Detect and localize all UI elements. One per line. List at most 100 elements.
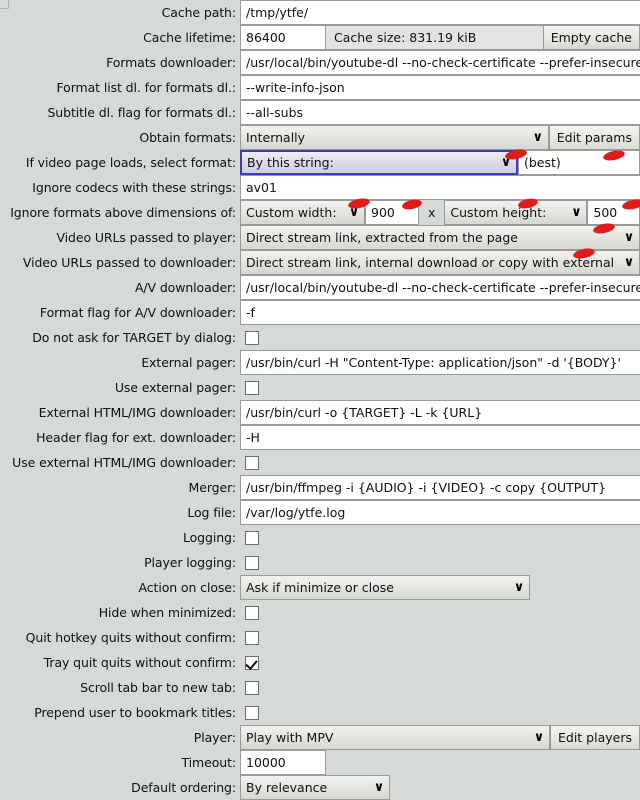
checkbox-prepend-user-to-bookmark-titles[interactable] xyxy=(245,706,259,720)
settings-row-video-urls-passed-to-player: Video URLs passed to player: Direct strea… xyxy=(0,225,640,250)
custom-width-input[interactable]: 900 xyxy=(365,200,419,225)
combobox-value: Direct stream link, extracted from the p… xyxy=(246,230,518,245)
checkbox-use-external-html-img-downloader[interactable] xyxy=(245,456,259,470)
combobox-obtain-formats[interactable]: Internally ∨ xyxy=(240,125,549,150)
text-input-a-v-downloader[interactable]: /usr/local/bin/youtube-dl --no-check-cer… xyxy=(240,275,640,300)
row-label-player-logging: Player logging: xyxy=(144,555,236,570)
row-label-scroll-tab-bar-to-new-tab: Scroll tab bar to new tab: xyxy=(80,680,236,695)
row-control-area: 86400 Cache size: 831.19 kiB Empty cache xyxy=(240,25,640,50)
checkbox-wrap xyxy=(240,625,640,650)
text-input-format-list-dl-for-formats-dl[interactable]: --write-info-json xyxy=(240,75,640,100)
checkbox-wrap xyxy=(240,325,640,350)
checkbox-quit-hotkey-quits-without-confirm[interactable] xyxy=(245,631,259,645)
checkbox-hide-when-minimized[interactable] xyxy=(245,606,259,620)
row-label-external-html-img-downloader: External HTML/IMG downloader: xyxy=(38,405,236,420)
custom-width-value: 900 xyxy=(371,205,395,220)
chevron-down-icon[interactable]: ∨ xyxy=(496,156,516,169)
settings-row-scroll-tab-bar-to-new-tab: Scroll tab bar to new tab: xyxy=(0,675,640,700)
text-input-cache-path[interactable]: /tmp/ytfe/ xyxy=(240,0,640,25)
row-control-area xyxy=(240,450,640,475)
settings-row-ignore-codecs-with-these-strings: Ignore codecs with these strings: av01 xyxy=(0,175,640,200)
chevron-down-icon[interactable]: ∨ xyxy=(528,131,548,144)
checkbox-logging[interactable] xyxy=(245,531,259,545)
row-control-area: Direct stream link, internal download or… xyxy=(240,250,640,275)
row-label-player: Player: xyxy=(193,730,236,745)
text-input-ignore-codecs-with-these-strings[interactable]: av01 xyxy=(240,175,640,200)
combobox-value: Direct stream link, internal download or… xyxy=(246,255,615,270)
chevron-down-icon[interactable]: ∨ xyxy=(369,781,389,794)
combobox-value: By this string: xyxy=(247,155,334,170)
combobox-video-urls-passed-to-player[interactable]: Direct stream link, extracted from the p… xyxy=(240,225,640,250)
row-control-area: /var/log/ytfe.log xyxy=(240,500,640,525)
combobox-default-ordering[interactable]: By relevance ∨ xyxy=(240,775,390,800)
chevron-down-icon[interactable]: ∨ xyxy=(619,231,639,244)
cache-size-readout: Cache size: 831.19 kiB xyxy=(326,25,543,50)
text-input-external-html-img-downloader[interactable]: /usr/bin/curl -o {TARGET} -L -k {URL} xyxy=(240,400,640,425)
combobox-video-urls-passed-to-downloader[interactable]: Direct stream link, internal download or… xyxy=(240,250,640,275)
row-label-ignore-codecs-with-these-strings: Ignore codecs with these strings: xyxy=(32,180,236,195)
checkbox-do-not-ask-for-target-by-dialog[interactable] xyxy=(245,331,259,345)
custom-height-input[interactable]: 500 xyxy=(587,200,640,225)
row-control-area: -H xyxy=(240,425,640,450)
checkbox-use-external-pager[interactable] xyxy=(245,381,259,395)
row-control-area xyxy=(240,375,640,400)
checkbox-wrap xyxy=(240,650,640,675)
combobox-custom-width[interactable]: Custom width: ∨ xyxy=(240,200,365,225)
text-input-value: /tmp/ytfe/ xyxy=(246,5,309,20)
row-control-area: Custom width: ∨ 900 x Custom height: ∨ 500 xyxy=(240,200,640,225)
text-input-merger[interactable]: /usr/bin/ffmpeg -i {AUDIO} -i {VIDEO} -c… xyxy=(240,475,640,500)
edit-button-edit-players[interactable]: Edit players xyxy=(550,725,640,750)
settings-row-format-list-dl-for-formats-dl: Format list dl. for formats dl.: --write-… xyxy=(0,75,640,100)
dimension-separator: x xyxy=(419,200,445,225)
row-label-video-urls-passed-to-downloader: Video URLs passed to downloader: xyxy=(22,255,236,270)
text-input-log-file[interactable]: /var/log/ytfe.log xyxy=(240,500,640,525)
row-label-a-v-downloader: A/V downloader: xyxy=(134,280,236,295)
row-control-area xyxy=(240,525,640,550)
text-input-value: --write-info-json xyxy=(246,80,345,95)
row-control-area: /usr/local/bin/youtube-dl --no-check-cer… xyxy=(240,275,640,300)
text-input-header-flag-for-ext-downloader[interactable]: -H xyxy=(240,425,640,450)
text-input-format-flag-for-a-v-downloader[interactable]: -f xyxy=(240,300,640,325)
row-label-ignore-formats-above-dimensions-of: Ignore formats above dimensions of: xyxy=(10,205,236,220)
row-control-area xyxy=(240,625,640,650)
combobox-value: Internally xyxy=(246,130,306,145)
settings-row-ignore-formats-above-dimensions-of: Ignore formats above dimensions of: Custo… xyxy=(0,200,640,225)
edit-button-edit-params[interactable]: Edit params xyxy=(548,125,640,150)
chevron-down-icon[interactable]: ∨ xyxy=(566,206,586,219)
text-input-subtitle-dl-flag-for-formats-dl[interactable]: --all-subs xyxy=(240,100,640,125)
empty-cache-button[interactable]: Empty cache xyxy=(542,25,640,50)
checkbox-wrap xyxy=(240,700,640,725)
cache-lifetime-input[interactable]: 86400 xyxy=(240,25,326,50)
text-input-external-pager[interactable]: /usr/bin/curl -H "Content-Type: applicat… xyxy=(240,350,640,375)
text-input-value: -f xyxy=(246,305,255,320)
settings-row-prepend-user-to-bookmark-titles: Prepend user to bookmark titles: xyxy=(0,700,640,725)
row-control-area: /tmp/ytfe/ xyxy=(240,0,640,25)
combobox-value: Play with MPV xyxy=(246,730,334,745)
text-input-timeout[interactable]: 10000 xyxy=(240,750,326,775)
checkbox-wrap xyxy=(240,450,640,475)
checkbox-player-logging[interactable] xyxy=(245,556,259,570)
text-input-value: /var/log/ytfe.log xyxy=(246,505,346,520)
combobox-select-format[interactable]: By this string: ∨ xyxy=(240,150,518,175)
row-label-subtitle-dl-flag-for-formats-dl: Subtitle dl. flag for formats dl.: xyxy=(47,105,236,120)
format-string-input[interactable]: (best) xyxy=(518,150,640,175)
combobox-action-on-close[interactable]: Ask if minimize or close ∨ xyxy=(240,575,530,600)
checkbox-tray-quit-quits-without-confirm[interactable] xyxy=(245,656,259,670)
chevron-down-icon[interactable]: ∨ xyxy=(344,206,364,219)
row-control-area: By this string: ∨ (best) xyxy=(240,150,640,175)
chevron-down-icon[interactable]: ∨ xyxy=(529,731,549,744)
checkbox-wrap xyxy=(240,550,640,575)
chevron-down-icon[interactable]: ∨ xyxy=(619,256,639,269)
row-label-prepend-user-to-bookmark-titles: Prepend user to bookmark titles: xyxy=(34,705,236,720)
chevron-down-icon[interactable]: ∨ xyxy=(509,581,529,594)
checkbox-scroll-tab-bar-to-new-tab[interactable] xyxy=(245,681,259,695)
settings-row-merger: Merger: /usr/bin/ffmpeg -i {AUDIO} -i {VI… xyxy=(0,475,640,500)
text-input-formats-downloader[interactable]: /usr/local/bin/youtube-dl --no-check-cer… xyxy=(240,50,640,75)
combobox-custom-height[interactable]: Custom height: ∨ xyxy=(444,200,588,225)
row-control-area: Direct stream link, extracted from the p… xyxy=(240,225,640,250)
row-label-hide-when-minimized: Hide when minimized: xyxy=(98,605,236,620)
combobox-player[interactable]: Play with MPV ∨ xyxy=(240,725,550,750)
row-label-format-flag-for-a-v-downloader: Format flag for A/V downloader: xyxy=(39,305,236,320)
settings-row-header-flag-for-ext-downloader: Header flag for ext. downloader: -H xyxy=(0,425,640,450)
row-control-area xyxy=(240,550,640,575)
